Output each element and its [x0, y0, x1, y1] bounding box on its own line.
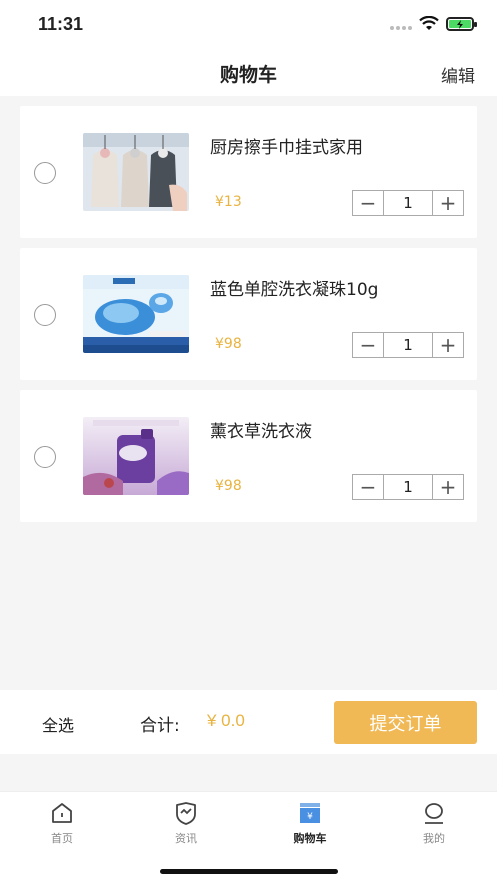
item-price: ¥13 — [215, 194, 242, 210]
quantity-stepper: − 1 + — [352, 474, 464, 500]
item-name[interactable]: 薰衣草洗衣液 — [210, 417, 312, 442]
quantity-value[interactable]: 1 — [383, 333, 433, 357]
battery-icon — [446, 17, 477, 31]
home-icon — [52, 803, 72, 823]
tab-label: 资讯 — [175, 832, 197, 845]
tab-cart[interactable]: ¥ 购物车 — [280, 800, 340, 846]
total-value: ¥ 0.0 — [207, 711, 245, 730]
quantity-value[interactable]: 1 — [383, 475, 433, 499]
nav-bar: 购物车 编辑 — [0, 48, 497, 96]
item-name[interactable]: 蓝色单腔洗衣凝珠10g — [210, 275, 378, 300]
cart-item: 薰衣草洗衣液 ¥98 − 1 + — [20, 390, 477, 522]
cart-icon: ¥ — [300, 803, 320, 823]
hand-towel-image[interactable] — [83, 133, 189, 211]
cart-item: 厨房擦手巾挂式家用 ¥13 − 1 + — [20, 106, 477, 238]
select-item-radio[interactable] — [34, 162, 56, 184]
lavender-detergent-image[interactable] — [83, 417, 189, 495]
home-indicator — [160, 869, 338, 874]
wifi-icon — [419, 16, 439, 30]
edit-button[interactable]: 编辑 — [441, 62, 475, 87]
decrease-button[interactable]: − — [353, 191, 383, 215]
tab-label: 购物车 — [293, 832, 327, 845]
increase-button[interactable]: + — [433, 333, 463, 357]
total-label: 合计: — [140, 716, 180, 736]
item-price: ¥98 — [215, 478, 242, 494]
item-name[interactable]: 厨房擦手巾挂式家用 — [210, 133, 363, 158]
checkout-bar: 全选 合计: ¥ 0.0 提交订单 — [0, 690, 497, 754]
increase-button[interactable]: + — [433, 191, 463, 215]
cart-list: 厨房擦手巾挂式家用 ¥13 − 1 + 蓝色单腔洗衣凝珠10g ¥98 − 1 … — [20, 106, 477, 532]
tab-profile[interactable]: 我的 — [404, 800, 464, 846]
signal-icon — [390, 26, 412, 30]
cart-item: 蓝色单腔洗衣凝珠10g ¥98 − 1 + — [20, 248, 477, 380]
select-item-radio[interactable] — [34, 304, 56, 326]
laundry-pods-image[interactable] — [83, 275, 189, 353]
news-icon — [176, 802, 196, 825]
svg-text:¥: ¥ — [307, 812, 313, 822]
tab-label: 我的 — [423, 832, 445, 845]
status-time: 11:31 — [38, 14, 84, 34]
quantity-stepper: − 1 + — [352, 332, 464, 358]
tab-news[interactable]: 资讯 — [156, 800, 216, 846]
select-item-radio[interactable] — [34, 446, 56, 468]
quantity-stepper: − 1 + — [352, 190, 464, 216]
increase-button[interactable]: + — [433, 475, 463, 499]
tab-bar: 首页 资讯 ¥ 购物车 我的 — [0, 791, 497, 883]
quantity-value[interactable]: 1 — [383, 191, 433, 215]
item-price: ¥98 — [215, 336, 242, 352]
status-bar: 11:31 — [0, 0, 497, 48]
submit-order-button[interactable]: 提交订单 — [334, 701, 477, 744]
profile-icon — [425, 803, 443, 824]
tab-label: 首页 — [51, 832, 73, 845]
decrease-button[interactable]: − — [353, 333, 383, 357]
tab-home[interactable]: 首页 — [32, 800, 92, 846]
page-title: 购物车 — [219, 64, 277, 86]
select-all-button[interactable]: 全选 — [42, 712, 74, 736]
decrease-button[interactable]: − — [353, 475, 383, 499]
